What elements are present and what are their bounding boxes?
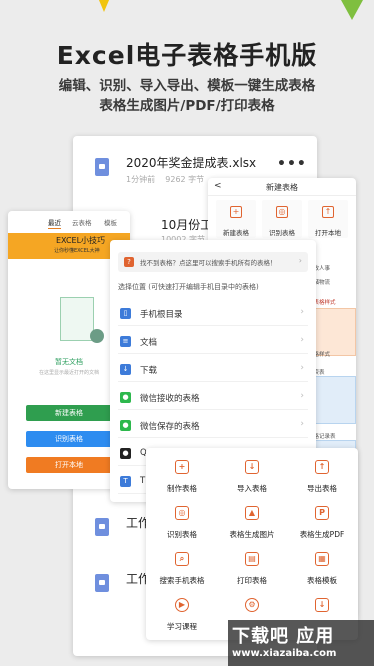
image-icon: ▲: [245, 506, 259, 520]
download-icon: ↓: [120, 364, 131, 375]
tab-recent[interactable]: 最近: [48, 217, 61, 229]
tools-grid-card: + 制作表格 ↓ 导入表格 ↑ 导出表格 ◎ 识别表格 ▲ 表格生成图片 P 表…: [146, 448, 358, 640]
search-banner-text: 找不到表格？点这里可以搜索手机所有的表格！: [140, 259, 277, 267]
courses-button[interactable]: ▶ 学习课程: [148, 594, 216, 638]
subtitle-line-2: 表格生成图片/PDF/打印表格: [99, 98, 275, 114]
location-row[interactable]: ▯ 手机根目录 ›: [118, 302, 308, 326]
import-table-button[interactable]: ↓ 导入表格: [218, 456, 286, 500]
tool-label: 导出表格: [307, 484, 337, 493]
new-table-title: 新建表格: [266, 183, 298, 192]
tool-label: 学习课程: [167, 622, 197, 631]
import-icon: ↓: [245, 460, 259, 474]
location-row[interactable]: ● 微信保存的表格 ›: [118, 414, 308, 438]
top-decoration: [0, 0, 374, 20]
file-name: 2020年奖金提成表.xlsx: [126, 156, 257, 170]
tool-label: 表格生成图片: [229, 530, 275, 539]
printer-icon: ▤: [245, 552, 259, 566]
file-icon: [95, 574, 109, 592]
location-row-label: 微信接收的表格: [140, 394, 200, 404]
banner-title: EXCEL小技巧: [56, 236, 106, 245]
new-table-button[interactable]: 新建表格: [26, 405, 112, 421]
home-tabs: 最近 云表格 模板: [8, 211, 130, 231]
search-icon: ?: [124, 257, 134, 267]
folder-icon: ↑: [322, 206, 334, 218]
button-label: 新建表格: [223, 229, 249, 237]
green-triangle-shape: [330, 0, 374, 20]
tab-template[interactable]: 模板: [104, 217, 117, 227]
play-icon: ▶: [175, 598, 189, 612]
download-icon: ↓: [315, 598, 329, 612]
subtitle-line-1: 编辑、识别、导入导出、模板一键生成表格: [58, 78, 316, 94]
print-table-button[interactable]: ▤ 打印表格: [218, 548, 286, 592]
location-row-label: 手机根目录: [140, 310, 183, 320]
template-icon: ▦: [315, 552, 329, 566]
tool-label: 导入表格: [237, 484, 267, 493]
scan-icon: ◎: [276, 206, 288, 218]
tool-label: 搜索手机表格: [159, 576, 205, 585]
tool-label: 识别表格: [167, 530, 197, 539]
search-phone-tables-button[interactable]: ⌕ 搜索手机表格: [148, 548, 216, 592]
table-to-image-button[interactable]: ▲ 表格生成图片: [218, 502, 286, 546]
watermark-title: 下载吧 应用: [232, 626, 335, 647]
scan-table-button[interactable]: 识别表格: [26, 431, 112, 447]
qq-icon: ●: [120, 448, 131, 459]
phone-icon: ▯: [120, 308, 131, 319]
chevron-right-icon: ›: [300, 335, 304, 345]
button-label: 识别表格: [269, 229, 295, 237]
page-title: Excel电子表格手机版: [56, 41, 318, 70]
location-row-label: 下载: [140, 366, 158, 376]
tool-label: 表格模板: [307, 576, 337, 585]
file-meta: 1分钟前 9262 字节: [126, 175, 205, 184]
search-all-tables-banner[interactable]: ? 找不到表格？点这里可以搜索手机所有的表格！ ›: [118, 252, 308, 272]
more-icon[interactable]: •••: [277, 156, 307, 172]
yellow-triangle-shape: [88, 0, 120, 12]
location-row-label: 文档: [140, 338, 158, 348]
chevron-right-icon: ›: [298, 256, 302, 265]
clock-icon: [90, 329, 104, 343]
location-row[interactable]: ≡ 文档 ›: [118, 330, 308, 354]
wechat-icon: ●: [120, 392, 131, 403]
watermark-url: www.xiazaiba.com: [232, 648, 337, 659]
chevron-right-icon: ›: [300, 419, 304, 429]
pdf-icon: P: [315, 506, 329, 520]
banner-subtitle: 让你秒懂EXCEL大神: [54, 248, 100, 254]
wechat-icon: ●: [120, 420, 131, 431]
location-row-label: 微信保存的表格: [140, 422, 200, 432]
open-local-button[interactable]: 打开本地: [26, 457, 112, 473]
chevron-right-icon: ›: [300, 363, 304, 373]
document-icon: ≡: [120, 336, 131, 347]
new-table-header: < 新建表格: [208, 178, 356, 196]
chevron-right-icon: ›: [300, 391, 304, 401]
scan-icon: ◎: [175, 506, 189, 520]
table-template-button[interactable]: ▦ 表格模板: [288, 548, 356, 592]
file-icon: [95, 518, 109, 536]
watermark: 下载吧 应用 www.xiazaiba.com: [228, 620, 374, 666]
tool-label: 打印表格: [237, 576, 267, 585]
tool-label: 制作表格: [167, 484, 197, 493]
plus-icon: +: [230, 206, 242, 218]
empty-sheet-illustration: [60, 297, 94, 341]
export-table-button[interactable]: ↑ 导出表格: [288, 456, 356, 500]
location-row[interactable]: ↓ 下载 ›: [118, 358, 308, 382]
tim-icon: T: [120, 476, 131, 487]
scan-table-button[interactable]: ◎ 识别表格: [262, 200, 302, 238]
new-table-button[interactable]: + 新建表格: [216, 200, 256, 238]
chevron-right-icon: ›: [300, 307, 304, 317]
make-table-button[interactable]: + 制作表格: [148, 456, 216, 500]
plus-icon: +: [175, 460, 189, 474]
button-label: 打开本地: [315, 229, 341, 237]
tool-label: 表格生成PDF: [299, 530, 345, 539]
location-row[interactable]: ● 微信接收的表格 ›: [118, 386, 308, 410]
open-local-button[interactable]: ↑ 打开本地: [308, 200, 348, 238]
table-to-pdf-button[interactable]: P 表格生成PDF: [288, 502, 356, 546]
tab-cloud[interactable]: 云表格: [72, 217, 92, 227]
search-icon: ⌕: [175, 552, 189, 566]
location-label: 选择位置 (可快速打开编辑手机目录中的表格): [118, 283, 259, 291]
export-icon: ↑: [315, 460, 329, 474]
scan-table-button[interactable]: ◎ 识别表格: [148, 502, 216, 546]
gear-icon: ⚙: [245, 598, 259, 612]
file-icon: [95, 158, 109, 176]
